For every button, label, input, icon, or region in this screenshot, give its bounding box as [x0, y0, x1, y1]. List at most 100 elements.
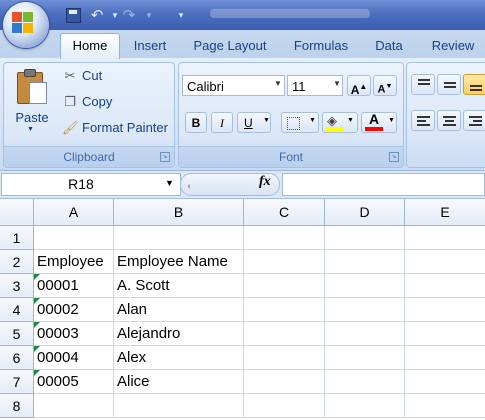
cell-c2[interactable] [244, 250, 325, 274]
cell-e5[interactable] [405, 322, 485, 346]
cell-b3[interactable]: A. Scott [114, 274, 244, 298]
tab-data[interactable]: Data [370, 34, 408, 58]
font-group-label: Font [179, 146, 403, 167]
font-launcher-icon[interactable]: ↘ [389, 152, 399, 162]
cell-a3[interactable]: 00001 [34, 274, 114, 298]
column-header-d[interactable]: D [325, 199, 405, 226]
cell-d4[interactable] [325, 298, 405, 322]
cell-d1[interactable] [325, 226, 405, 250]
cell-d3[interactable] [325, 274, 405, 298]
cell-c1[interactable] [244, 226, 325, 250]
cell-d5[interactable] [325, 322, 405, 346]
insert-function-button[interactable]: fx [259, 174, 271, 190]
name-box-dropdown-icon[interactable]: ▼ [165, 178, 174, 188]
tab-review[interactable]: Review [426, 34, 480, 58]
cut-button[interactable]: ✂ Cut [62, 66, 103, 86]
cell-c4[interactable] [244, 298, 325, 322]
select-all-corner[interactable] [0, 199, 34, 226]
save-icon[interactable] [64, 6, 82, 24]
row-header-6[interactable]: 6 [0, 346, 34, 370]
row-header-2[interactable]: 2 [0, 250, 34, 274]
underline-dropdown-icon[interactable]: ▼ [263, 117, 270, 124]
cell-c7[interactable] [244, 370, 325, 394]
cell-e7[interactable] [405, 370, 485, 394]
redo-dropdown-icon[interactable]: ▼ [140, 6, 158, 24]
align-top-button[interactable] [411, 74, 435, 95]
align-right-button[interactable] [463, 110, 485, 131]
cell-c5[interactable] [244, 322, 325, 346]
paste-icon[interactable] [15, 68, 49, 106]
cell-d6[interactable] [325, 346, 405, 370]
tab-page-layout[interactable]: Page Layout [188, 34, 272, 58]
cell-a1[interactable] [34, 226, 114, 250]
borders-dropdown-icon[interactable]: ▼ [309, 117, 316, 124]
cell-c6[interactable] [244, 346, 325, 370]
clipboard-launcher-icon[interactable]: ↘ [160, 152, 170, 162]
cell-b2[interactable]: Employee Name [114, 250, 244, 274]
cell-c3[interactable] [244, 274, 325, 298]
align-center-button[interactable] [437, 110, 461, 131]
tab-insert[interactable]: Insert [128, 34, 172, 58]
cell-b1[interactable] [114, 226, 244, 250]
cell-e8[interactable] [405, 394, 485, 418]
cell-a7[interactable]: 00005 [34, 370, 114, 394]
row-header-5[interactable]: 5 [0, 322, 34, 346]
cell-e1[interactable] [405, 226, 485, 250]
row-header-1[interactable]: 1 [0, 226, 34, 250]
formula-input[interactable] [282, 173, 485, 196]
column-header-b[interactable]: B [114, 199, 244, 226]
tab-home[interactable]: Home [60, 33, 120, 59]
cell-b5[interactable]: Alejandro [114, 322, 244, 346]
row-header-4[interactable]: 4 [0, 298, 34, 322]
cell-d2[interactable] [325, 250, 405, 274]
error-indicator-icon [34, 346, 40, 352]
column-header-a[interactable]: A [34, 199, 114, 226]
cell-b7[interactable]: Alice [114, 370, 244, 394]
cell-e3[interactable] [405, 274, 485, 298]
fill-color-dropdown-icon[interactable]: ▼ [347, 117, 354, 124]
cell-b8[interactable] [114, 394, 244, 418]
cell-d8[interactable] [325, 394, 405, 418]
cell-d7[interactable] [325, 370, 405, 394]
cell-a4[interactable]: 00002 [34, 298, 114, 322]
align-left-button[interactable] [411, 110, 435, 131]
bold-button[interactable]: B [185, 112, 207, 133]
shrink-font-button[interactable]: A▼ [373, 75, 397, 96]
cell-e2[interactable] [405, 250, 485, 274]
cell-a6[interactable]: 00004 [34, 346, 114, 370]
copy-button[interactable]: ❐ Copy [62, 92, 112, 112]
cell-b4[interactable]: Alan [114, 298, 244, 322]
paste-button[interactable]: Paste [10, 110, 54, 125]
row-header-7[interactable]: 7 [0, 370, 34, 394]
font-size-dropdown-icon[interactable]: ▼ [333, 79, 341, 88]
name-box[interactable]: R18 [1, 173, 181, 196]
clipboard-group-label: Clipboard [4, 146, 174, 167]
align-middle-button[interactable] [437, 74, 461, 95]
cell-a2[interactable]: Employee [34, 250, 114, 274]
cell-b6[interactable]: Alex [114, 346, 244, 370]
error-indicator-icon [34, 274, 40, 280]
redo-icon[interactable]: ↷ [120, 6, 138, 24]
cell-e4[interactable] [405, 298, 485, 322]
paste-dropdown-icon[interactable]: ▼ [27, 126, 34, 133]
italic-button[interactable]: I [211, 112, 233, 133]
grow-font-button[interactable]: A▲ [347, 75, 371, 97]
font-name-dropdown-icon[interactable]: ▼ [274, 79, 282, 88]
cell-a5[interactable]: 00003 [34, 322, 114, 346]
format-painter-button[interactable]: 🖌 Format Painter [62, 118, 168, 138]
align-bottom-button[interactable] [463, 74, 485, 95]
cell-a8[interactable] [34, 394, 114, 418]
tab-formulas[interactable]: Formulas [288, 34, 354, 58]
font-color-dropdown-icon[interactable]: ▼ [388, 117, 395, 124]
column-header-e[interactable]: E [405, 199, 485, 226]
undo-icon[interactable]: ↶ [88, 6, 106, 24]
row-header-8[interactable]: 8 [0, 394, 34, 418]
font-color-swatch [365, 127, 383, 131]
cell-c8[interactable] [244, 394, 325, 418]
column-header-c[interactable]: C [244, 199, 325, 226]
cell-e6[interactable] [405, 346, 485, 370]
resize-grip-icon[interactable]: ◖ [186, 181, 191, 191]
font-name-select[interactable]: Calibri [182, 75, 285, 96]
row-header-3[interactable]: 3 [0, 274, 34, 298]
customize-toolbar-icon[interactable]: ▾ [172, 6, 190, 24]
